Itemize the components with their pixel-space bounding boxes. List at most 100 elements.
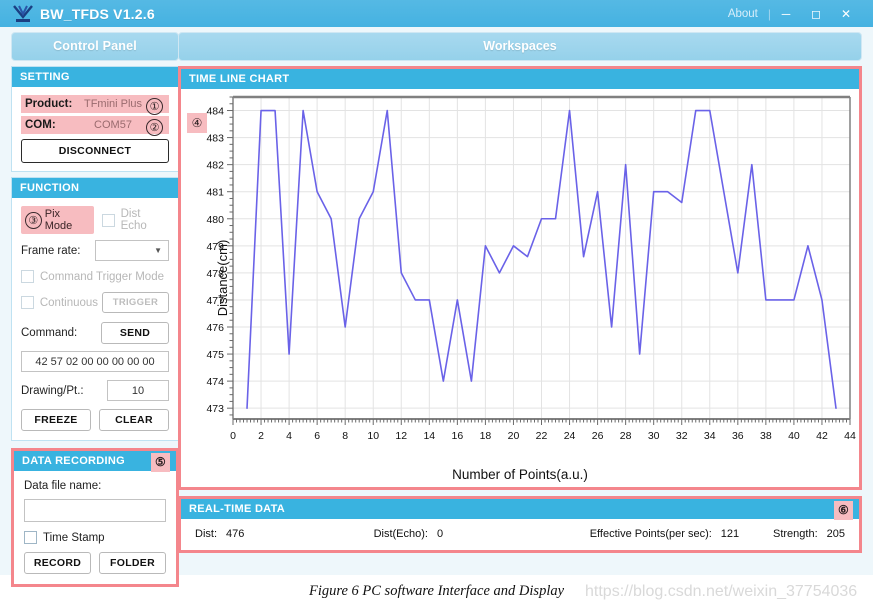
freeze-button[interactable]: FREEZE [21, 409, 91, 431]
frame-rate-select[interactable]: ▼ [95, 240, 169, 261]
svg-text:8: 8 [342, 430, 348, 442]
svg-text:22: 22 [536, 430, 548, 442]
real-time-data-title-text: REAL-TIME DATA [189, 503, 286, 515]
real-time-data-panel: REAL-TIME DATA ⑥ Dist: 476 Dist(Echo): 0 Eff… [178, 496, 862, 553]
svg-text:26: 26 [592, 430, 604, 442]
svg-text:34: 34 [704, 430, 716, 442]
svg-text:12: 12 [395, 430, 407, 442]
command-trigger-row[interactable]: Command Trigger Mode [21, 270, 169, 283]
real-time-item-key: Dist: [195, 528, 217, 540]
svg-text:0: 0 [230, 430, 236, 442]
chart-area: Distance(cm) ④ 473 474 475 476 477 478 479 480 4… [181, 89, 859, 466]
command-label: Command: [21, 327, 78, 339]
time-stamp-row[interactable]: Time Stamp [24, 531, 166, 544]
svg-text:476: 476 [206, 322, 224, 334]
application-window: BW_TFDS V1.2.6 About | ─ ◻ ✕ Control Pan… [0, 0, 873, 587]
svg-text:481: 481 [206, 187, 224, 199]
trigger-button[interactable]: TRIGGER [101, 292, 169, 313]
clear-button[interactable]: CLEAR [99, 409, 169, 431]
real-time-item: Strength: 205 [773, 528, 845, 540]
product-label: Product: [25, 98, 73, 110]
real-time-item-key: Strength: [772, 528, 818, 540]
folder-button[interactable]: FOLDER [99, 552, 166, 574]
svg-text:44: 44 [844, 430, 856, 442]
time-stamp-label: Time Stamp [43, 531, 105, 544]
svg-text:14: 14 [423, 430, 435, 442]
callout-badge-5: ⑤ [151, 453, 170, 472]
drawing-pt-input[interactable]: 10 [107, 380, 169, 401]
command-trigger-checkbox[interactable] [21, 270, 34, 283]
data-recording-title-text: DATA RECORDING [22, 455, 125, 467]
real-time-item-value: 205 [826, 528, 845, 540]
control-panel-column: Control Panel SETTING Product: TFmini Pl… [11, 32, 179, 587]
chart-y-axis-label: Distance(cm) [214, 239, 230, 316]
timeline-chart-plot: 4734744754764774784794804814824834840 2 4 6… [206, 95, 856, 442]
control-panel-header: Control Panel [11, 32, 179, 61]
file-name-label: Data file name: [24, 480, 102, 492]
chart-x-axis-label: Number of Points(a.u.) [452, 467, 588, 482]
real-time-item-key: Effective Points(per sec): [589, 528, 712, 540]
svg-text:42: 42 [816, 430, 828, 442]
data-recording-title: DATA RECORDING ⑤ [14, 451, 176, 472]
window-title: BW_TFDS V1.2.6 [40, 5, 155, 22]
maximize-icon[interactable]: ◻ [801, 7, 831, 21]
svg-text:30: 30 [648, 430, 660, 442]
real-time-item: Dist: 476 [195, 528, 374, 540]
callout-badge-1: ① [146, 98, 163, 115]
record-folder-row: RECORD FOLDER [24, 552, 166, 574]
about-button[interactable]: About [718, 8, 768, 20]
continuous-checkbox[interactable] [21, 296, 34, 309]
pix-mode-label: Pix Mode [44, 208, 73, 232]
svg-text:6: 6 [314, 430, 320, 442]
real-time-item: Effective Points(per sec): 121 [590, 528, 773, 540]
watermark: https://blog.csdn.net/weixin_37754036 [585, 583, 858, 600]
bluetooth-antenna-icon [10, 3, 36, 25]
real-time-item-value: 476 [226, 528, 245, 540]
svg-text:474: 474 [206, 376, 224, 388]
pix-mode-toggle[interactable]: ③ Pix Mode [21, 206, 94, 234]
frame-rate-row: Frame rate: ▼ [21, 240, 169, 261]
callout-badge-4: ④ [187, 113, 207, 133]
svg-text:484: 484 [206, 106, 224, 118]
callout-badge-3: ③ [25, 211, 42, 229]
real-time-item-value: 121 [720, 528, 740, 540]
record-button[interactable]: RECORD [24, 552, 91, 574]
real-time-data-title: REAL-TIME DATA ⑥ [181, 499, 859, 520]
svg-text:483: 483 [206, 133, 224, 145]
function-group: FUNCTION ③ Pix Mode Dist Echo Frame rate… [11, 177, 179, 441]
mode-row: ③ Pix Mode Dist Echo [21, 206, 169, 234]
chevron-down-icon: ▼ [154, 246, 162, 255]
svg-text:10: 10 [367, 430, 379, 442]
svg-text:482: 482 [206, 160, 224, 172]
setting-group-title: SETTING [12, 67, 178, 87]
dist-echo-checkbox[interactable] [101, 213, 115, 227]
svg-text:32: 32 [676, 430, 688, 442]
title-bar: BW_TFDS V1.2.6 About | ─ ◻ ✕ [0, 0, 873, 27]
command-row: Command: SEND [21, 322, 169, 344]
callout-badge-6: ⑥ [834, 501, 853, 520]
disconnect-button[interactable]: DISCONNECT [21, 139, 169, 163]
callout-badge-2: ② [146, 119, 163, 136]
real-time-item-value: 0 [436, 528, 444, 540]
real-time-item: Dist(Echo): 0 [374, 528, 590, 540]
svg-text:16: 16 [452, 430, 464, 442]
time-stamp-checkbox[interactable] [24, 531, 37, 544]
minimize-icon[interactable]: ─ [771, 7, 801, 21]
real-time-data-values: Dist: 476 Dist(Echo): 0 Effective Points(per… [181, 519, 859, 550]
workspaces-column: Workspaces TIME LINE CHART Distance(cm) … [178, 32, 862, 553]
svg-text:40: 40 [788, 430, 800, 442]
svg-text:36: 36 [732, 430, 744, 442]
file-name-input[interactable] [24, 499, 166, 522]
close-icon[interactable]: ✕ [831, 7, 861, 21]
svg-text:475: 475 [206, 349, 224, 361]
send-button[interactable]: SEND [101, 322, 169, 344]
svg-text:18: 18 [480, 430, 492, 442]
product-row[interactable]: Product: TFmini Plus ① [21, 95, 169, 115]
svg-text:28: 28 [620, 430, 632, 442]
drawing-pt-row: Drawing/Pt.: 10 [21, 380, 169, 401]
time-line-chart-title: TIME LINE CHART [181, 69, 859, 89]
svg-text:4: 4 [286, 430, 292, 442]
command-hex-input[interactable]: 42 57 02 00 00 00 00 00 [21, 351, 169, 372]
svg-text:2: 2 [258, 430, 264, 442]
com-row[interactable]: COM: COM57 ② [21, 116, 169, 136]
